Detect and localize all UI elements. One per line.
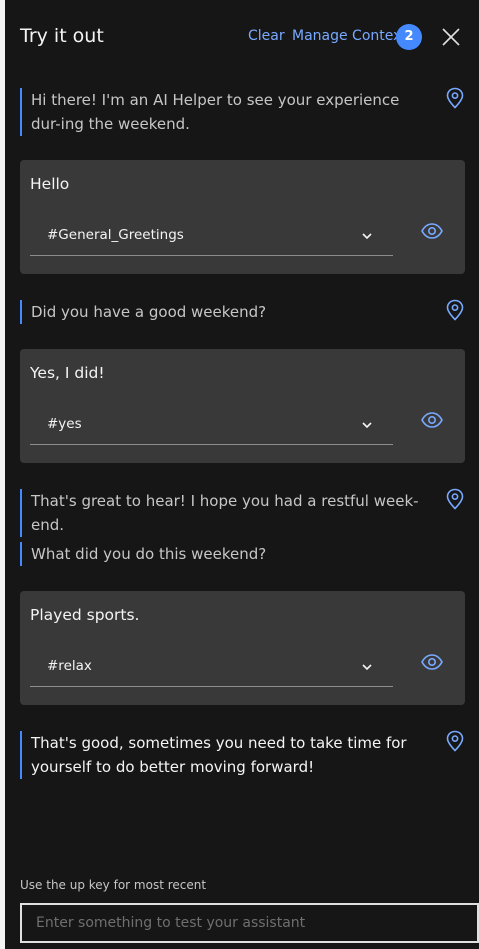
intent-value: #relax (47, 658, 92, 674)
intent-dropdown[interactable]: #yes (30, 404, 393, 445)
input-hint: Use the up key for most recent (20, 878, 207, 892)
close-icon[interactable] (437, 23, 465, 51)
eye-icon[interactable] (420, 410, 444, 430)
user-message-card: Played sports. #relax (20, 591, 465, 705)
panel-header: Try it out Clear Manage Context 2 (5, 0, 479, 72)
user-message-card: Yes, I did! #yes (20, 349, 465, 463)
eye-icon[interactable] (420, 221, 444, 241)
bot-message: What did you do this weekend? (20, 542, 431, 566)
chevron-down-icon (362, 664, 372, 671)
clear-button[interactable]: Clear (248, 26, 285, 46)
message-input[interactable] (20, 903, 479, 943)
eye-icon[interactable] (420, 652, 444, 672)
try-it-out-panel: Try it out Clear Manage Context 2 Hi the… (5, 0, 479, 949)
user-message-text: Played sports. (30, 606, 140, 624)
intent-value: #General_Greetings (47, 227, 184, 243)
intent-value: #yes (47, 416, 82, 432)
location-pin-icon[interactable] (445, 488, 465, 510)
bot-message: That's great to hear! I hope you had a r… (20, 489, 431, 537)
location-pin-icon[interactable] (445, 730, 465, 752)
bot-message: Did you have a good weekend? (20, 300, 431, 324)
chevron-down-icon (362, 233, 372, 240)
intent-dropdown[interactable]: #relax (30, 646, 393, 687)
manage-context-button[interactable]: Manage Context (292, 26, 407, 46)
chevron-down-icon (362, 422, 372, 429)
intent-dropdown[interactable]: #General_Greetings (30, 215, 393, 256)
bot-message: That's good, sometimes you need to take … (20, 731, 431, 779)
user-message-text: Yes, I did! (30, 364, 105, 382)
context-count-badge: 2 (396, 24, 422, 50)
user-message-card: Hello #General_Greetings (20, 160, 465, 274)
location-pin-icon[interactable] (445, 299, 465, 321)
user-message-text: Hello (30, 175, 70, 193)
panel-title: Try it out (20, 25, 104, 47)
bot-message: Hi there! I'm an AI Helper to see your e… (20, 88, 431, 136)
page: Try it out Clear Manage Context 2 Hi the… (0, 0, 479, 949)
location-pin-icon[interactable] (445, 87, 465, 109)
